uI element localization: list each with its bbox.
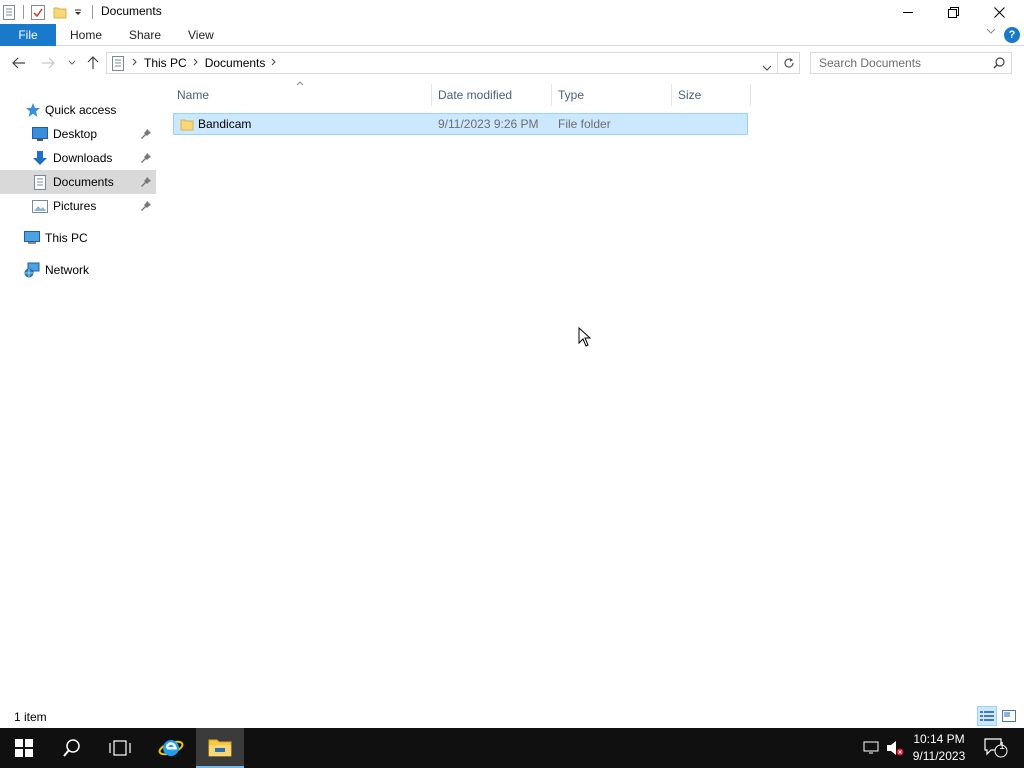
up-button[interactable] [83,52,103,74]
nav-item-label: Documents [53,175,114,189]
window-title: Documents [101,4,162,18]
star-icon [25,102,41,118]
breadcrumb-documents[interactable]: Documents [205,56,266,70]
taskbar: 10:14 PM 9/11/2023 1 [0,728,1024,768]
mouse-cursor-icon [578,326,592,350]
separator [92,5,93,19]
volume-muted-icon[interactable] [885,738,905,758]
task-view-button[interactable] [96,728,144,768]
computer-icon [24,230,40,246]
file-type: File folder [558,117,611,131]
documents-icon [32,174,48,190]
new-folder-icon[interactable] [52,4,68,20]
network-tray-icon[interactable] [861,738,881,758]
navigation-pane: Quick access Desktop Downloads Documents [0,92,156,704]
taskbar-clock[interactable]: 10:14 PM 9/11/2023 [906,731,972,765]
pin-icon[interactable] [141,128,151,142]
nav-item-pictures[interactable]: Pictures [0,194,156,218]
nav-item-downloads[interactable]: Downloads [0,146,156,170]
documents-location-icon [112,55,124,71]
start-button[interactable] [0,728,48,768]
properties-icon[interactable] [30,4,46,20]
large-icons-view-button[interactable] [999,706,1019,726]
file-date-modified: 9/11/2023 9:26 PM [438,117,539,131]
desktop-icon [32,126,48,142]
status-item-count: 1 item [14,710,47,724]
nav-item-label: This PC [45,231,88,245]
refresh-button[interactable] [778,52,800,74]
separator [23,5,24,19]
nav-item-label: Quick access [45,103,117,117]
tab-file[interactable]: File [0,24,56,46]
pin-icon[interactable] [141,200,151,214]
address-history-dropdown-icon[interactable] [762,60,772,74]
nav-item-quick-access[interactable]: Quick access [0,98,156,122]
nav-item-label: Pictures [53,199,97,213]
pin-icon[interactable] [141,176,151,190]
close-button[interactable] [976,0,1022,24]
address-bar[interactable]: This PC Documents [106,52,778,74]
tab-view[interactable]: View [188,24,214,46]
file-explorer-taskbar-button[interactable] [196,728,244,768]
breadcrumb-chevron-icon[interactable] [271,58,277,68]
network-icon [24,262,40,278]
breadcrumb-chevron-icon[interactable] [132,58,138,68]
notification-count: 1 [999,741,1005,752]
customize-toolbar-dropdown-icon[interactable] [70,4,86,20]
nav-item-label: Downloads [53,151,113,165]
title-bar: Documents [0,0,1024,24]
clock-date: 9/11/2023 [912,749,966,763]
search-box[interactable] [810,52,1012,74]
nav-item-desktop[interactable]: Desktop [0,122,156,146]
back-button[interactable] [9,52,29,74]
details-view-button[interactable] [977,706,997,726]
forward-button[interactable] [38,52,58,74]
help-icon[interactable]: ? [1004,27,1020,43]
minimize-button[interactable] [885,0,931,24]
breadcrumb-this-pc[interactable]: This PC [144,56,187,70]
internet-explorer-icon[interactable] [147,728,195,768]
nav-item-this-pc[interactable]: This PC [0,226,156,250]
documents-app-icon[interactable] [1,4,17,20]
column-header-size[interactable]: Size [672,84,751,106]
pictures-icon [32,198,48,214]
nav-item-label: Network [45,263,90,277]
column-header-name[interactable]: Name [171,84,432,106]
folder-icon [180,116,194,132]
search-taskbar-button[interactable] [48,728,96,768]
column-header-type[interactable]: Type [552,84,672,106]
nav-item-network[interactable]: Network [0,258,156,282]
file-name[interactable]: Bandicam [198,116,251,132]
quick-access-toolbar [0,0,99,24]
breadcrumb-chevron-icon[interactable] [193,58,199,68]
pin-icon[interactable] [141,152,151,166]
search-icon[interactable] [993,57,1005,72]
action-center-icon[interactable]: 1 [983,738,1009,758]
downloads-icon [32,150,48,166]
recent-locations-chevron-icon[interactable] [62,52,82,74]
clock-time: 10:14 PM [913,732,965,746]
search-input[interactable] [819,56,989,70]
tab-share[interactable]: Share [129,24,161,46]
tab-home[interactable]: Home [70,24,102,46]
expand-ribbon-chevron-icon[interactable] [986,27,996,38]
ribbon: File Home Share View ? [0,24,1024,46]
restore-button[interactable] [930,0,976,24]
nav-item-documents[interactable]: Documents [0,170,156,194]
nav-item-label: Desktop [53,127,98,141]
column-header-date-modified[interactable]: Date modified [432,84,552,106]
